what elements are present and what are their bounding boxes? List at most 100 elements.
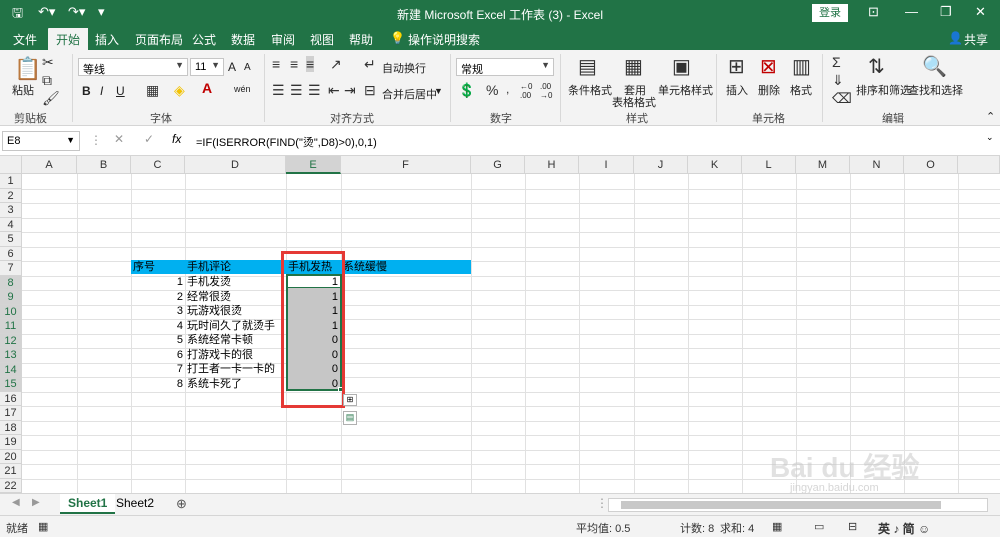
format-cells-button[interactable]: 格式 (790, 82, 812, 98)
row-header[interactable]: 16 (0, 391, 22, 406)
merge-center-button[interactable]: 合并后居中 (382, 86, 437, 102)
row-header[interactable]: 14 (0, 362, 22, 377)
align-left-icon[interactable]: ☰ (272, 82, 285, 99)
column-header[interactable]: G (471, 156, 525, 174)
row-header[interactable]: 4 (0, 217, 22, 232)
column-header[interactable]: F (341, 156, 471, 174)
scroll-right-icon[interactable]: ▶ (32, 497, 40, 508)
column-header[interactable]: O (904, 156, 958, 174)
row-header[interactable]: 17 (0, 406, 22, 421)
shrink-font-button[interactable]: A (244, 62, 251, 73)
orientation-icon[interactable]: ↗ (330, 56, 342, 73)
cell-no[interactable]: 7 (131, 362, 183, 376)
sort-filter-icon[interactable]: ⇅ (868, 54, 885, 79)
tab-file[interactable]: 文件 (13, 31, 37, 48)
page-break-view-icon[interactable]: ⊟ (848, 520, 857, 533)
paste-button[interactable]: 粘贴 (12, 82, 34, 98)
font-size-select[interactable]: 11 ▼ (190, 58, 224, 76)
font-color-icon[interactable]: A (202, 80, 212, 96)
column-header[interactable]: H (525, 156, 579, 174)
cell-no[interactable]: 5 (131, 333, 183, 347)
row-header[interactable]: 7 (0, 261, 22, 276)
close-icon[interactable]: ✕ (975, 4, 986, 20)
row-header[interactable]: 18 (0, 420, 22, 435)
column-header-selected[interactable]: E (286, 156, 341, 174)
cut-icon[interactable]: ✂ (42, 54, 54, 71)
row-header[interactable]: 12 (0, 333, 22, 348)
cell-styles-icon[interactable]: ▣ (672, 54, 691, 79)
cell-comment[interactable]: 系统卡死了 (187, 377, 242, 391)
share-button[interactable]: 共享 (964, 31, 988, 48)
fill-color-icon[interactable]: ◈ (174, 82, 185, 99)
format-cells-icon[interactable]: ▥ (792, 54, 811, 79)
insert-cells-icon[interactable]: ⊞ (728, 54, 745, 79)
number-format-select[interactable]: 常规 ▼ (456, 58, 554, 76)
row-header[interactable]: 1 (0, 174, 22, 189)
align-top-icon[interactable]: ≡ (272, 56, 280, 72)
chevron-down-icon[interactable]: ▼ (434, 86, 443, 96)
row-header[interactable]: 20 (0, 449, 22, 464)
conditional-format-icon[interactable]: ▤ (578, 54, 597, 79)
fill-icon[interactable]: ⇓ (832, 72, 844, 89)
header-cell-slow[interactable]: 系统缓慢 (343, 260, 387, 274)
cell-comment[interactable]: 玩游戏很烫 (187, 304, 242, 318)
select-all-corner[interactable] (0, 156, 22, 174)
expand-formula-icon[interactable]: ⌄ (986, 132, 994, 143)
row-header[interactable]: 21 (0, 464, 22, 479)
format-table-icon[interactable]: ▦ (624, 54, 643, 79)
grow-font-button[interactable]: A (228, 60, 236, 74)
row-header[interactable]: 5 (0, 232, 22, 247)
paste-icon[interactable]: 📋 (14, 56, 41, 82)
column-header[interactable]: M (796, 156, 850, 174)
column-header[interactable]: D (185, 156, 286, 174)
decrease-decimal-icon[interactable]: .00 →0 (540, 82, 552, 100)
minimize-icon[interactable]: — (905, 4, 918, 19)
format-table-button-line2[interactable]: 表格格式 (612, 94, 656, 110)
clear-icon[interactable]: ⌫ (832, 90, 852, 107)
phonetic-button[interactable]: wén (234, 84, 251, 94)
sheet-tab-2[interactable]: Sheet2 (108, 494, 162, 514)
insert-function-button[interactable]: fx (172, 132, 181, 146)
formula-input[interactable]: =IF(ISERROR(FIND("烫",D8)>0),0,1) (196, 134, 377, 150)
cell-comment[interactable]: 打王者一卡一卡的 (187, 362, 275, 376)
worksheet-grid[interactable]: A B C D E F G H I J K L M N O 1234567891… (0, 156, 1000, 493)
increase-indent-icon[interactable]: ⇥ (344, 82, 356, 99)
align-middle-icon[interactable]: ≡ (290, 56, 298, 72)
tab-insert[interactable]: 插入 (95, 31, 119, 48)
column-header[interactable]: B (77, 156, 131, 174)
macro-icon[interactable]: ▦ (38, 520, 48, 533)
align-center-icon[interactable]: ☰ (290, 82, 303, 99)
restore-icon[interactable]: ❐ (940, 4, 952, 20)
scroll-left-icon[interactable]: ◀ (12, 497, 20, 508)
row-header[interactable]: 19 (0, 435, 22, 450)
insert-cells-button[interactable]: 插入 (726, 82, 748, 98)
tell-me-search[interactable]: 操作说明搜索 (408, 31, 480, 48)
border-icon[interactable]: ▦ (146, 82, 159, 99)
delete-cells-button[interactable]: 删除 (758, 82, 780, 98)
column-header[interactable]: K (688, 156, 742, 174)
column-header[interactable]: C (131, 156, 185, 174)
tab-data[interactable]: 数据 (231, 31, 255, 48)
tab-help[interactable]: 帮助 (349, 31, 373, 48)
column-header[interactable]: L (742, 156, 796, 174)
tab-page-layout[interactable]: 页面布局 (135, 31, 183, 48)
horizontal-scrollbar[interactable] (608, 498, 988, 512)
page-layout-view-icon[interactable]: ▭ (814, 520, 824, 533)
currency-icon[interactable]: 💲 (458, 82, 475, 99)
increase-decimal-icon[interactable]: ←0.00 (520, 82, 532, 100)
row-header[interactable]: 6 (0, 246, 22, 261)
cell-no[interactable]: 3 (131, 304, 183, 318)
column-header[interactable]: A (22, 156, 77, 174)
column-header[interactable]: N (850, 156, 904, 174)
login-button[interactable]: 登录 (812, 4, 848, 22)
row-header[interactable]: 2 (0, 188, 22, 203)
conditional-format-button[interactable]: 条件格式 (568, 82, 612, 98)
row-header[interactable]: 3 (0, 203, 22, 218)
row-header[interactable]: 13 (0, 348, 22, 363)
font-name-select[interactable]: 等线 ▼ (78, 58, 188, 76)
find-select-icon[interactable]: 🔍 (922, 54, 947, 79)
quick-analysis-icon[interactable]: ▤ (343, 411, 357, 425)
format-painter-icon[interactable]: 🖌 (42, 90, 60, 107)
sort-filter-button[interactable]: 排序和筛选 (856, 82, 911, 98)
cell-comment[interactable]: 手机发烫 (187, 275, 231, 289)
